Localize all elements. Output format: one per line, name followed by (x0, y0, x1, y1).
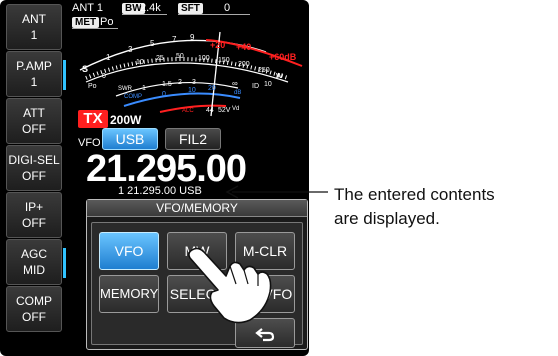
antenna-indicator: ANT 1 (72, 2, 103, 14)
preamp-value: 1 (30, 75, 38, 89)
s-scale-label: 7 (172, 35, 177, 44)
ipplus-label: IP+ (24, 200, 44, 214)
id-scale-label: 10 (264, 81, 272, 88)
comp-scale-label: dB (234, 90, 241, 96)
annotation-callout: The entered contents are displayed. (334, 183, 495, 231)
digisel-label: DIGI-SEL (8, 153, 60, 167)
s-scale-label-red: +60dB (269, 52, 297, 62)
vd-scale-label: 52V (218, 107, 231, 114)
tx-indicator: TX (78, 110, 108, 128)
swr-scale-label: 2 (178, 79, 182, 86)
vd-scale-label: Vd (232, 106, 239, 112)
ipplus-button[interactable]: IP+ OFF (6, 192, 62, 238)
alc-label: ALC (182, 108, 194, 114)
mode-button[interactable]: USB (102, 128, 158, 150)
vfo-button[interactable]: VFO (99, 232, 159, 270)
ant-value: 1 (30, 28, 38, 42)
s-scale-label-s: S (82, 64, 88, 74)
swr-scale-label: 1.5 (162, 81, 172, 88)
s-scale-label: 9 (190, 33, 195, 42)
memory-subline: 1 21.295.00 USB (118, 185, 202, 197)
sft-badge: SFT (178, 3, 203, 14)
agc-label: AGC (20, 247, 47, 261)
digisel-value: OFF (22, 169, 46, 183)
preamp-button[interactable]: P.AMP 1 (6, 51, 66, 97)
ant-button[interactable]: ANT 1 (6, 4, 62, 50)
multi-meter: S 1 3 5 7 9 +20 +40 +60dB Po 0 10 25 50 … (79, 31, 303, 117)
comp-button[interactable]: COMP OFF (6, 286, 62, 332)
sft-value: 0 (224, 2, 231, 14)
bw-value: 2.4k (140, 2, 161, 14)
dialog-title: VFO/MEMORY (87, 200, 307, 217)
po-scale-label: 200 (238, 61, 250, 68)
id-scale-label: ID (252, 83, 259, 90)
po-scale-label: 250 (258, 67, 270, 74)
filter-button[interactable]: FIL2 (165, 128, 221, 150)
s-scale-label: 3 (128, 45, 133, 54)
po-scale-label: 100 (198, 55, 210, 62)
agc-value: MID (23, 263, 45, 277)
po-scale-label: 150 (218, 57, 230, 64)
po-scale-label: 50 (176, 53, 184, 60)
po-scale-label: 10 (136, 59, 144, 66)
comp-scale-label: COMP (124, 94, 142, 100)
att-value: OFF (22, 122, 46, 136)
po-scale-label: 25 (156, 55, 164, 62)
radio-display: ANT 1 P.AMP 1 ATT OFF DIGI-SEL OFF IP+ O… (0, 0, 309, 356)
po-scale-label: 0 (102, 73, 106, 80)
comp-scale-label: 20 (208, 85, 216, 92)
comp-value: OFF (22, 310, 46, 324)
ant-label: ANT (22, 12, 46, 26)
return-icon (255, 328, 275, 342)
tx-power: 200W (110, 113, 142, 127)
comp-scale-label: 10 (188, 87, 196, 94)
memory-button[interactable]: MEMORY (99, 275, 159, 313)
s-scale-label-red: +40 (236, 42, 251, 52)
swr-scale-label: SWR (118, 86, 133, 92)
s-scale-label-red: +20 (210, 40, 225, 50)
vd-scale-label: 44 (206, 107, 214, 114)
comp-label: COMP (16, 294, 52, 308)
swr-scale-label: ∞ (232, 79, 238, 88)
po-scale-label: Po (88, 83, 97, 90)
annotation-arrow (225, 185, 328, 199)
callout-line-1: The entered contents (334, 185, 495, 204)
comp-scale-label: 0 (162, 91, 166, 98)
digisel-button[interactable]: DIGI-SEL OFF (6, 145, 62, 191)
preamp-label: P.AMP (16, 59, 52, 73)
s-scale-label: 1 (106, 53, 111, 62)
id-scale-label: A (276, 73, 281, 80)
pointing-finger-icon (188, 247, 272, 324)
side-menu: ANT 1 P.AMP 1 ATT OFF DIGI-SEL OFF IP+ O… (6, 4, 66, 333)
ipplus-value: OFF (22, 216, 46, 230)
s-scale-label: 5 (150, 39, 155, 48)
att-button[interactable]: ATT OFF (6, 98, 62, 144)
swr-scale-label: 3 (192, 79, 196, 86)
callout-line-2: are displayed. (334, 209, 440, 228)
att-label: ATT (23, 106, 45, 120)
agc-button[interactable]: AGC MID (6, 239, 66, 285)
swr-scale-label: 1 (142, 85, 146, 92)
